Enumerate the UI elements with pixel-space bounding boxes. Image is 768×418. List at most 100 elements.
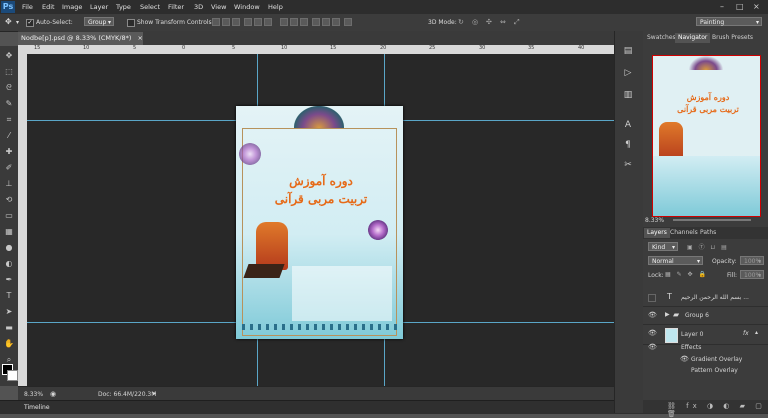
path-select-tool-icon[interactable]: ➤ [3,306,15,317]
fx-badge[interactable]: fx [743,330,749,337]
filter-kind-dropdown[interactable]: Kind [648,242,678,252]
distribute-vcenter-button[interactable] [290,18,298,26]
character-icon[interactable]: A [622,119,634,131]
layer-name[interactable]: Group 6 [685,312,709,319]
document-tab[interactable]: Nodbe[p].psd @ 8.33% (CMYK/8*) × [18,32,143,45]
tab-channels[interactable]: Channels [667,228,701,238]
menu-help[interactable]: Help [268,3,283,11]
tool-preset-dropdown-icon[interactable]: ▾ [16,19,19,26]
align-right-button[interactable] [264,18,272,26]
blur-tool-icon[interactable]: ● [3,242,15,253]
dodge-tool-icon[interactable]: ◐ [3,258,15,269]
quick-select-tool-icon[interactable]: ✎ [3,98,15,109]
tab-layers[interactable]: Layers [644,228,670,238]
align-top-button[interactable] [212,18,220,26]
3d-roll-icon[interactable]: ◎ [472,18,478,26]
menu-select[interactable]: Select [140,3,160,11]
tab-swatches[interactable]: Swatches [644,33,679,43]
canvas-area[interactable]: دوره آموزش تربیت مربی قرآنی [27,54,614,386]
menu-view[interactable]: View [211,3,226,11]
history-brush-tool-icon[interactable]: ⟲ [3,194,15,205]
timeline-label[interactable]: Timeline [24,404,50,411]
distribute-left-button[interactable] [312,18,320,26]
status-menu-icon[interactable]: ▸ [153,390,156,397]
collapse-effects-icon[interactable]: ▴ [755,329,758,336]
eyedropper-tool-icon[interactable]: ⁄ [3,130,15,141]
opacity-field[interactable]: 100% [740,256,764,266]
layer-row-group[interactable]: 👁 ▶ ▰ Group 6 [643,307,768,325]
actions-icon[interactable]: ▷ [622,67,634,79]
fill-field[interactable]: 100% [740,270,764,280]
menu-image[interactable]: Image [62,3,82,11]
lasso-tool-icon[interactable]: ᘓ [3,82,15,93]
layer-name[interactable]: بسم الله الرحمن الرحیم ... [681,294,749,301]
document-artwork[interactable]: دوره آموزش تربیت مربی قرآنی [236,106,403,339]
3d-rotate-icon[interactable]: ↻ [458,18,464,26]
visibility-toggle[interactable] [648,294,656,302]
move-tool-icon[interactable]: ✥ [5,17,12,26]
shape-tool-icon[interactable]: ▬ [3,322,15,333]
auto-align-button[interactable] [344,18,352,26]
align-hcenter-button[interactable] [254,18,262,26]
tab-paths[interactable]: Paths [697,228,719,238]
type-tool-icon[interactable]: T [3,290,15,301]
navigator-zoom[interactable]: 8.33% [645,217,664,224]
crop-tool-icon[interactable]: ⌗ [3,114,15,125]
maximize-button[interactable]: □ [736,2,744,11]
3d-scale-icon[interactable]: ⤢ [514,18,520,27]
menu-3d[interactable]: 3D [194,3,203,11]
background-color-swatch[interactable] [7,370,18,381]
tab-navigator[interactable]: Navigator [675,33,711,43]
gradient-tool-icon[interactable]: ▦ [3,226,15,237]
menu-edit[interactable]: Edit [42,3,55,11]
zoom-level[interactable]: 8.33% [24,391,43,398]
clone-stamp-tool-icon[interactable]: ⊥ [3,178,15,189]
distribute-hcenter-button[interactable] [322,18,330,26]
effect-gradient-overlay[interactable]: Gradient Overlay [691,356,742,363]
properties-icon[interactable]: ▥ [622,89,634,101]
align-left-button[interactable] [244,18,252,26]
move-tool-icon[interactable]: ✥ [3,50,15,61]
workspace-dropdown[interactable]: Painting [696,17,762,27]
distribute-top-button[interactable] [280,18,288,26]
eye-icon[interactable]: 👁 [648,329,657,337]
auto-select-checkbox[interactable]: ✓ [26,19,34,27]
navigator-thumbnail[interactable]: دوره آموزش تربیت مربی قرآنی [652,55,761,217]
auto-select-target-dropdown[interactable]: Group [84,17,114,27]
disclosure-arrow-icon[interactable]: ▶ [665,311,670,318]
menu-file[interactable]: File [22,3,33,11]
paragraph-icon[interactable]: ¶ [622,139,634,151]
marquee-tool-icon[interactable]: ⬚ [3,66,15,77]
navigator-zoom-slider[interactable] [673,219,751,221]
menu-window[interactable]: Window [234,3,260,11]
brush-tool-icon[interactable]: ✐ [3,162,15,173]
eye-icon[interactable]: 👁 [680,355,689,363]
menu-layer[interactable]: Layer [90,3,108,11]
layer-name[interactable]: Layer 0 [681,331,703,338]
tab-brush-presets[interactable]: Brush Presets [709,33,756,43]
pen-tool-icon[interactable]: ✒ [3,274,15,285]
blend-mode-dropdown[interactable]: Normal [648,256,703,266]
lock-icons[interactable]: ▦ ✎ ✥ 🔒 [665,271,708,278]
horizontal-ruler[interactable]: 15 10 5 0 5 10 15 20 25 30 35 40 [18,45,614,54]
show-transform-checkbox[interactable] [127,19,135,27]
close-tab-icon[interactable]: × [137,34,142,42]
menu-type[interactable]: Type [116,3,131,11]
layer-filter-icons[interactable]: ▣ Ⓣ ⊔ ▤ [687,242,729,251]
distribute-bottom-button[interactable] [300,18,308,26]
minimize-button[interactable]: – [720,2,724,11]
healing-brush-tool-icon[interactable]: ✚ [3,146,15,157]
3d-pan-icon[interactable]: ✣ [486,18,492,26]
menu-filter[interactable]: Filter [168,3,184,11]
status-arrow-icon[interactable]: ◉ [50,390,56,398]
layer-row-image[interactable]: 👁 Layer 0 fx ▴ [643,325,768,345]
close-window-button[interactable]: × [753,2,760,11]
align-vcenter-button[interactable] [222,18,230,26]
eye-icon[interactable]: 👁 [648,343,657,351]
vertical-ruler[interactable] [18,54,27,386]
layer-row-text[interactable]: T بسم الله الرحمن الرحیم ... [643,289,768,307]
3d-slide-icon[interactable]: ⇔ [500,18,506,26]
hand-tool-icon[interactable]: ✋ [3,338,15,349]
align-bottom-button[interactable] [232,18,240,26]
layer-actions-icons[interactable]: ⛓ fx ◑ ◐ ▰ ▢ 🗑 [667,402,768,418]
